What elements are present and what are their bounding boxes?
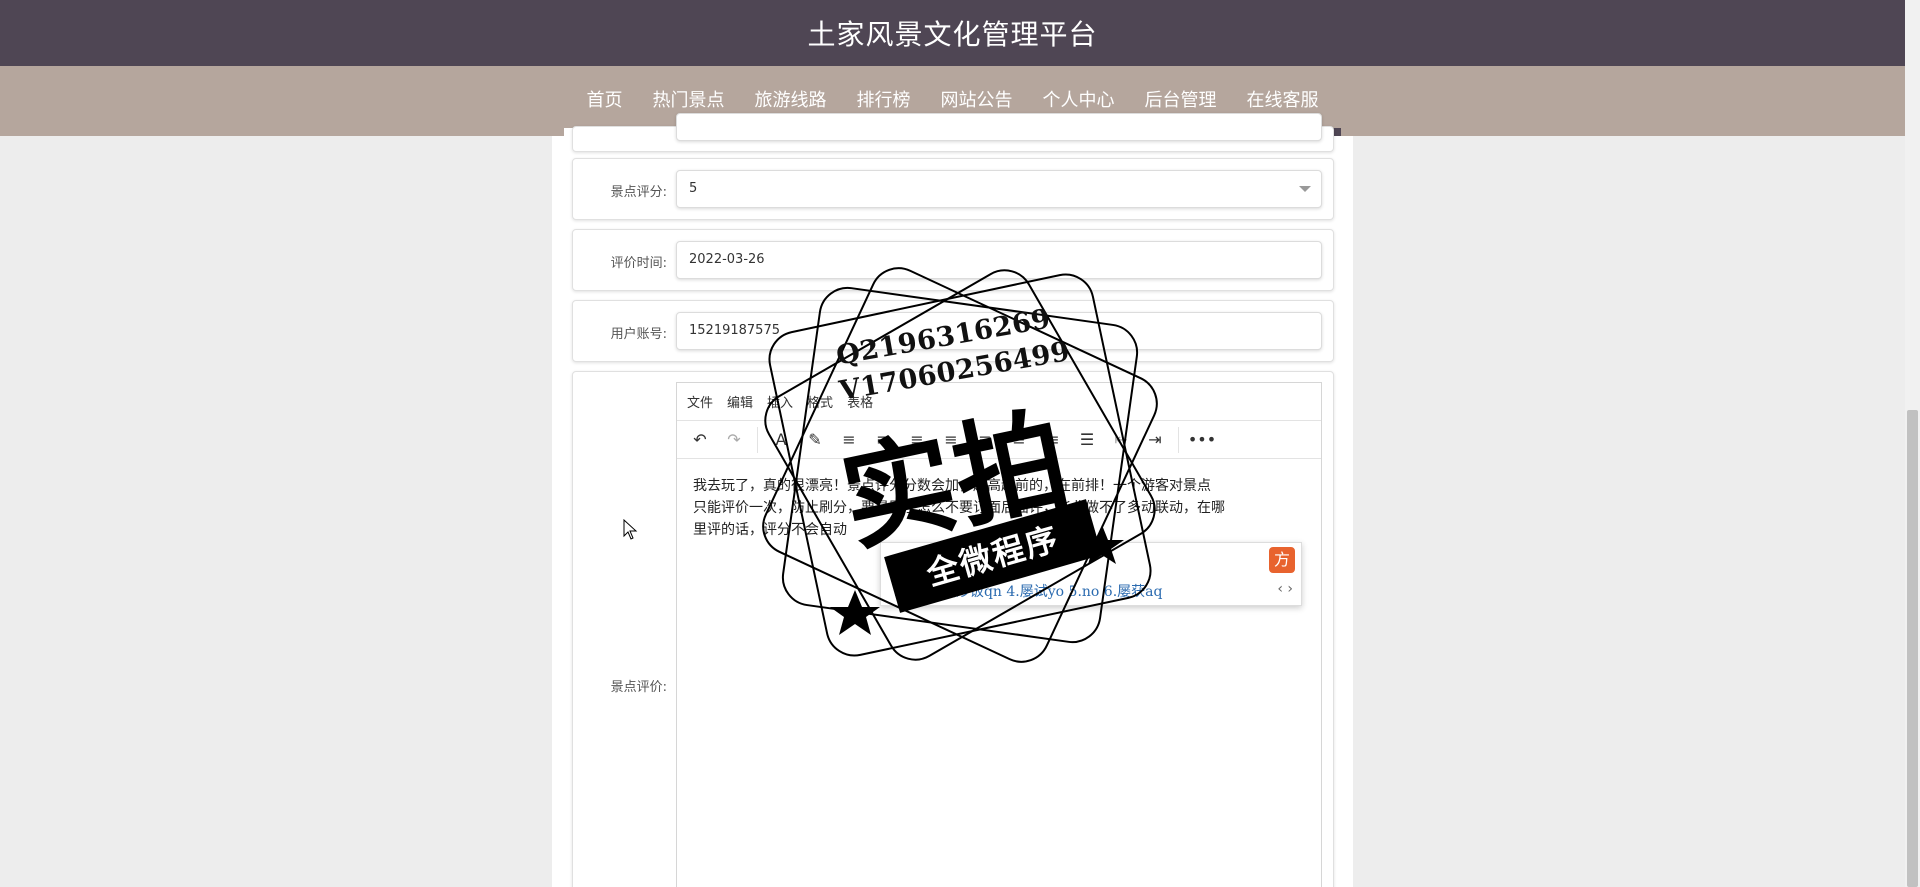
outdent-icon[interactable]: ⇤: [1106, 425, 1136, 455]
rating-label: 景点评分:: [610, 185, 667, 200]
time-label: 评价时间:: [610, 256, 667, 271]
undo-icon[interactable]: ↶: [685, 425, 715, 455]
site-title: 土家风景文化管理平台: [807, 18, 1098, 51]
time-input[interactable]: 2022-03-26: [676, 241, 1322, 279]
toolbar-divider: [757, 426, 758, 453]
indent-icon[interactable]: ⇥: [1140, 425, 1170, 455]
text-color-icon[interactable]: A: [766, 425, 796, 455]
account-value: 15219187575: [689, 323, 780, 338]
rating-value: 5: [689, 181, 698, 196]
rating-select[interactable]: 5: [676, 170, 1322, 208]
menu-edit[interactable]: 编辑: [727, 392, 753, 411]
partial-row: [572, 113, 1334, 152]
highlight-icon[interactable]: ✎: [800, 425, 830, 455]
ime-logo-icon: 方: [1269, 547, 1295, 573]
time-row: 评价时间: 2022-03-26: [572, 229, 1334, 291]
chevron-down-icon: [1299, 186, 1311, 192]
mouse-cursor-icon: [623, 519, 638, 540]
redo-icon[interactable]: ↷: [719, 425, 749, 455]
justify-icon[interactable]: ☰: [1072, 425, 1102, 455]
menu-insert[interactable]: 插入: [767, 392, 793, 411]
ime-page-arrows[interactable]: ‹ ›: [1277, 581, 1293, 597]
menu-file[interactable]: 文件: [687, 392, 713, 411]
toolbar-divider: [1178, 426, 1179, 453]
partial-field[interactable]: [676, 113, 1322, 141]
review-label: 景点评价:: [610, 680, 667, 695]
page-scrollbar[interactable]: [1905, 0, 1920, 887]
rating-row: 景点评分: 5: [572, 158, 1334, 220]
menu-format[interactable]: 格式: [807, 392, 833, 411]
scrollbar-thumb[interactable]: [1907, 410, 1918, 887]
more-icon[interactable]: •••: [1187, 425, 1217, 455]
top-header: 土家风景文化管理平台: [0, 0, 1905, 66]
time-value: 2022-03-26: [689, 252, 765, 267]
account-label: 用户账号:: [610, 327, 667, 342]
